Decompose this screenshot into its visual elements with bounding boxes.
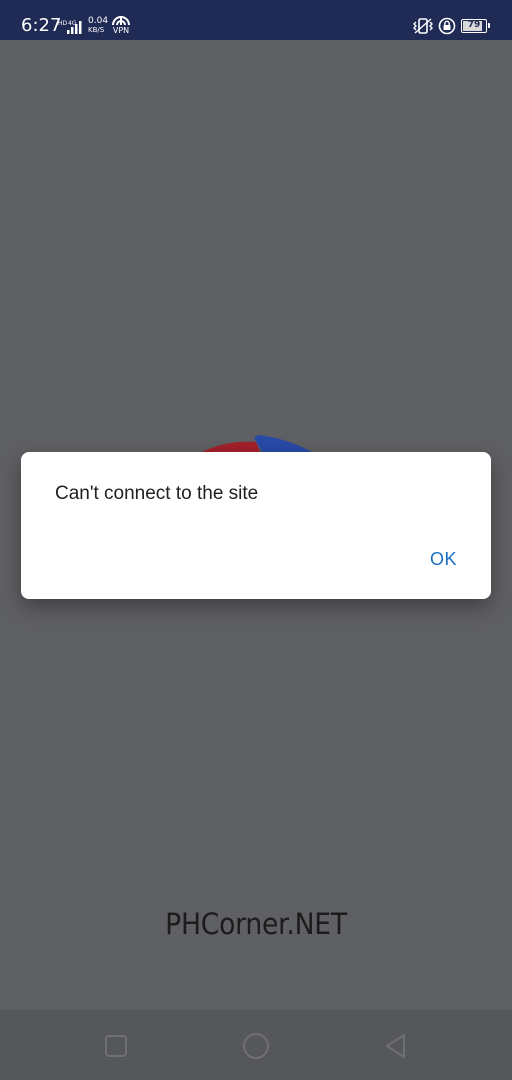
network-speed: 0.04 KB/S — [88, 17, 108, 35]
error-dialog: Can't connect to the site OK — [21, 452, 491, 599]
recents-button[interactable] — [102, 1032, 130, 1060]
recents-icon — [105, 1035, 127, 1057]
network-speed-unit: KB/S — [88, 26, 105, 34]
ok-button[interactable]: OK — [430, 548, 457, 570]
home-button[interactable] — [242, 1032, 270, 1060]
vpn-label: VPN — [112, 26, 130, 35]
status-bar: 6:27 HD 4G 0.04 KB/S VPN 79 — [0, 0, 512, 40]
status-time: 6:27 — [21, 15, 62, 36]
dialog-message: Can't connect to the site — [55, 483, 259, 504]
battery-icon: 79 — [461, 19, 490, 33]
home-icon — [243, 1033, 269, 1059]
vibrate-icon — [413, 18, 433, 34]
back-icon — [386, 1034, 405, 1058]
back-button[interactable] — [382, 1032, 410, 1060]
battery-level: 79 — [467, 20, 481, 30]
signal-icon — [67, 21, 82, 34]
network-speed-value: 0.04 — [88, 16, 109, 26]
rotation-lock-icon — [438, 17, 456, 35]
navigation-bar — [0, 1010, 512, 1080]
watermark-text: PHCorner.NET — [165, 907, 347, 941]
